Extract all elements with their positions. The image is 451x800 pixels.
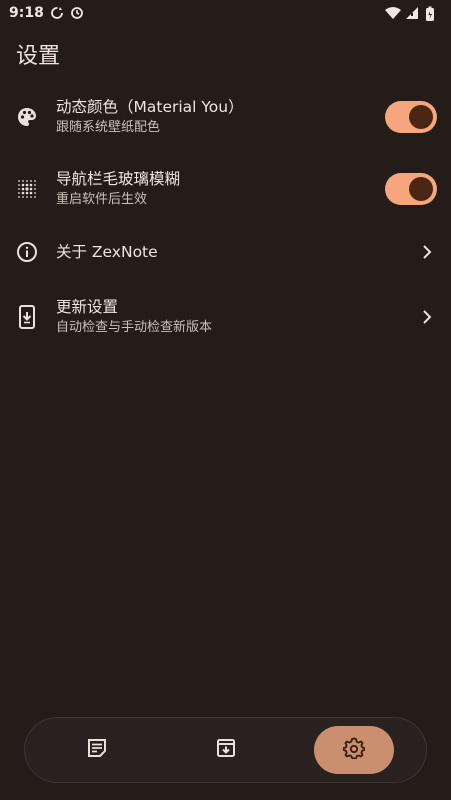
chevron-right-icon bbox=[419, 309, 435, 325]
system-update-icon bbox=[16, 305, 38, 329]
nav-settings-button[interactable] bbox=[314, 726, 394, 774]
nav-notes-button[interactable] bbox=[57, 726, 137, 774]
battery-icon bbox=[425, 6, 439, 21]
navbar-blur-toggle[interactable] bbox=[385, 173, 437, 205]
page-title: 设置 bbox=[16, 44, 61, 69]
setting-subtitle: 跟随系统壁纸配色 bbox=[56, 120, 161, 135]
wifi-icon bbox=[385, 6, 401, 20]
info-icon bbox=[16, 241, 38, 263]
status-bar: 9:18 bbox=[0, 0, 451, 26]
archive-icon bbox=[216, 738, 236, 762]
setting-update[interactable]: 更新设置 自动检查与手动检查新版本 bbox=[0, 292, 451, 342]
setting-title: 关于 ZexNote bbox=[56, 243, 158, 261]
toggle-knob bbox=[409, 105, 433, 129]
bottom-navigation bbox=[24, 717, 427, 783]
note-icon bbox=[87, 738, 107, 762]
sync-icon bbox=[50, 6, 64, 20]
setting-subtitle: 自动检查与手动检查新版本 bbox=[56, 320, 213, 335]
blur-icon bbox=[16, 178, 38, 200]
status-time: 9:18 bbox=[9, 5, 44, 21]
signal-icon bbox=[405, 6, 419, 20]
dynamic-color-toggle[interactable] bbox=[385, 101, 437, 133]
setting-navbar-blur[interactable]: 导航栏毛玻璃模糊 重启软件后生效 bbox=[0, 164, 451, 214]
setting-title: 更新设置 bbox=[56, 298, 119, 316]
setting-dynamic-color[interactable]: 动态颜色（Material You） 跟随系统壁纸配色 bbox=[0, 92, 451, 142]
chevron-right-icon bbox=[419, 244, 435, 260]
settings-icon bbox=[342, 737, 366, 763]
setting-title: 导航栏毛玻璃模糊 bbox=[56, 170, 181, 188]
refresh-icon bbox=[70, 6, 84, 20]
nav-archive-button[interactable] bbox=[186, 726, 266, 774]
palette-icon bbox=[16, 106, 38, 128]
toggle-knob bbox=[409, 177, 433, 201]
setting-title: 动态颜色（Material You） bbox=[56, 98, 244, 116]
setting-subtitle: 重启软件后生效 bbox=[56, 192, 148, 207]
setting-about[interactable]: 关于 ZexNote bbox=[0, 238, 451, 266]
